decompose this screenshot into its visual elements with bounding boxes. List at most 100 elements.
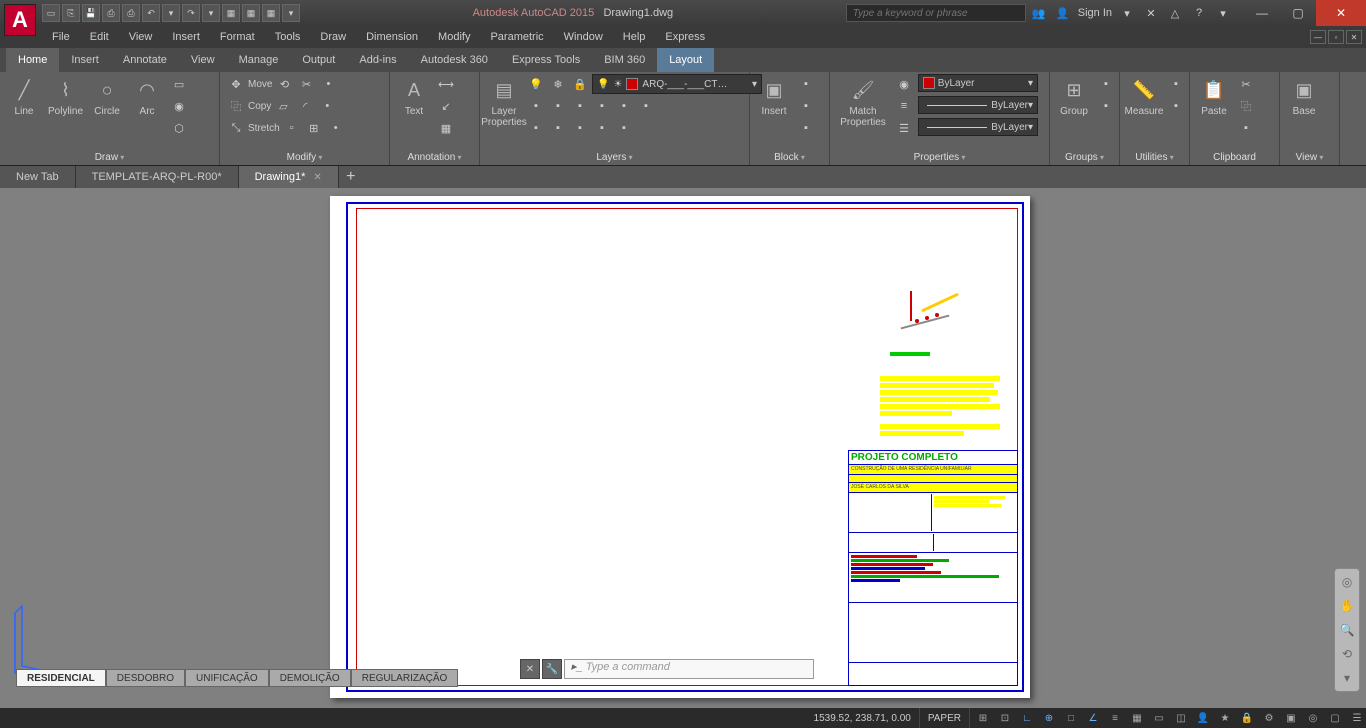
ribbon-tab-insert[interactable]: Insert: [59, 48, 111, 72]
move-icon[interactable]: ✥: [226, 74, 246, 94]
layer-r2b-icon[interactable]: ▪: [548, 96, 568, 116]
copy-clip-icon[interactable]: ⿻: [1236, 96, 1256, 116]
panel-utilities-label[interactable]: Utilities: [1126, 150, 1183, 165]
layer-r3a-icon[interactable]: ▪: [526, 118, 546, 138]
layer-r2f-icon[interactable]: ▪: [636, 96, 656, 116]
util-e2-icon[interactable]: ▪: [1166, 96, 1186, 116]
file-tab[interactable]: TEMPLATE-ARQ-PL-R00*: [76, 166, 239, 188]
file-tab-add-icon[interactable]: +: [339, 166, 363, 188]
ribbon-tab-view[interactable]: View: [179, 48, 227, 72]
line-button[interactable]: ╱Line: [6, 74, 42, 119]
help-icon[interactable]: ?: [1190, 4, 1208, 22]
base-button[interactable]: ▣Base: [1286, 74, 1322, 119]
mirror-icon[interactable]: ▱: [273, 96, 293, 116]
space-toggle[interactable]: PAPER: [920, 708, 970, 728]
layout-tab-unificação[interactable]: UNIFICAÇÃO: [185, 669, 269, 687]
workspace-icon[interactable]: ⚙: [1260, 710, 1278, 726]
nav-wheel-icon[interactable]: ◎: [1338, 573, 1356, 591]
menu-draw[interactable]: Draw: [310, 31, 356, 43]
block-edit-icon[interactable]: ▪: [796, 96, 816, 116]
ribbon-tab-annotate[interactable]: Annotate: [111, 48, 179, 72]
ortho-toggle-icon[interactable]: ∟: [1018, 710, 1036, 726]
help-dd-icon[interactable]: ▾: [1214, 4, 1232, 22]
ribbon-tab-express-tools[interactable]: Express Tools: [500, 48, 592, 72]
layout-tab-residencial[interactable]: RESIDENCIAL: [16, 669, 106, 687]
menu-help[interactable]: Help: [613, 31, 656, 43]
arc-button[interactable]: ◠Arc: [129, 74, 165, 119]
qat-extra1-icon[interactable]: ▦: [222, 4, 240, 22]
qat-plot-icon[interactable]: ⎙: [122, 4, 140, 22]
hardware-icon[interactable]: ▣: [1282, 710, 1300, 726]
prop-list-icon[interactable]: ☰: [894, 118, 914, 138]
nav-zoom-icon[interactable]: 🔍: [1338, 621, 1356, 639]
table-icon[interactable]: ▦: [436, 118, 456, 138]
file-tab[interactable]: New Tab: [0, 166, 76, 188]
ribbon-tab-bim-360[interactable]: BIM 360: [592, 48, 657, 72]
trim-icon[interactable]: ✂: [296, 74, 316, 94]
panel-modify-label[interactable]: Modify: [226, 150, 383, 165]
prop-lw-icon[interactable]: ≡: [894, 96, 914, 116]
layer-r2d-icon[interactable]: ▪: [592, 96, 612, 116]
infocenter-icon[interactable]: 👥: [1030, 4, 1048, 22]
customize-icon[interactable]: ☰: [1348, 710, 1366, 726]
minimize-button[interactable]: —: [1244, 0, 1280, 26]
ribbon-tab-manage[interactable]: Manage: [227, 48, 291, 72]
stretch-icon[interactable]: ⤡: [226, 118, 246, 138]
qat-extra2-icon[interactable]: ▦: [242, 4, 260, 22]
layer-properties-button[interactable]: ▤Layer Properties: [486, 74, 522, 130]
command-input[interactable]: ▸_ Type a command: [564, 659, 814, 679]
copy-icon[interactable]: ⿻: [226, 96, 246, 116]
circle-button[interactable]: ○Circle: [89, 74, 125, 119]
app-logo[interactable]: A: [4, 4, 36, 36]
isolate-icon[interactable]: ◎: [1304, 710, 1322, 726]
ribbon-tab-home[interactable]: Home: [6, 48, 59, 72]
qat-new-icon[interactable]: ▭: [42, 4, 60, 22]
draw-extra2-icon[interactable]: ◉: [169, 96, 189, 116]
menu-modify[interactable]: Modify: [428, 31, 480, 43]
dim-linear-icon[interactable]: ⟷: [436, 74, 456, 94]
qat-redo-dd-icon[interactable]: ▾: [202, 4, 220, 22]
layer-freeze-icon[interactable]: ❄: [548, 74, 568, 94]
ribbon-tab-autodesk-360[interactable]: Autodesk 360: [409, 48, 500, 72]
ucs-icon[interactable]: [10, 598, 60, 678]
panel-properties-label[interactable]: Properties: [836, 150, 1043, 165]
panel-block-label[interactable]: Block: [756, 150, 823, 165]
insert-button[interactable]: ▣Insert: [756, 74, 792, 119]
measure-button[interactable]: 📏Measure: [1126, 74, 1162, 119]
move-label[interactable]: Move: [248, 79, 272, 90]
color-combo[interactable]: ByLayer▾: [918, 74, 1038, 92]
draw-extra3-icon[interactable]: ⬡: [169, 118, 189, 138]
menu-window[interactable]: Window: [554, 31, 613, 43]
panel-draw-label[interactable]: Draw: [6, 150, 213, 165]
qat-undo-dd-icon[interactable]: ▾: [162, 4, 180, 22]
help-search-input[interactable]: [846, 4, 1026, 22]
leader-icon[interactable]: ↙: [436, 96, 456, 116]
nav-orbit-icon[interactable]: ⟲: [1338, 645, 1356, 663]
lwt-toggle-icon[interactable]: ≡: [1106, 710, 1124, 726]
layer-r2c-icon[interactable]: ▪: [570, 96, 590, 116]
prop-color-icon[interactable]: ◉: [894, 74, 914, 94]
cut-icon[interactable]: ✂: [1236, 74, 1256, 94]
layer-r3c-icon[interactable]: ▪: [570, 118, 590, 138]
lineweight-combo[interactable]: ByLayer▾: [918, 118, 1038, 136]
group-button[interactable]: ⊞Group: [1056, 74, 1092, 119]
a360-icon[interactable]: △: [1166, 4, 1184, 22]
panel-layers-label[interactable]: Layers: [486, 150, 743, 165]
mdi-restore-icon[interactable]: ▫: [1328, 30, 1344, 44]
block-attr-icon[interactable]: ▪: [796, 118, 816, 138]
paste-button[interactable]: 📋Paste: [1196, 74, 1232, 119]
grid-toggle-icon[interactable]: ⊞: [974, 710, 992, 726]
fillet-icon[interactable]: ◜: [295, 96, 315, 116]
annoscale-icon[interactable]: 👤: [1194, 710, 1212, 726]
qat-more-icon[interactable]: ▾: [282, 4, 300, 22]
match-properties-button[interactable]: 🖌Match Properties: [836, 74, 890, 130]
file-tab-close-icon[interactable]: ✕: [313, 172, 321, 183]
cmd-config-icon[interactable]: 🔧: [542, 659, 562, 679]
scale-lock-icon[interactable]: 🔒: [1238, 710, 1256, 726]
scale-icon[interactable]: ▫: [282, 118, 302, 138]
otrack-toggle-icon[interactable]: ∠: [1084, 710, 1102, 726]
close-button[interactable]: ✕: [1316, 0, 1366, 26]
maximize-button[interactable]: ▢: [1280, 0, 1316, 26]
sc-toggle-icon[interactable]: ◫: [1172, 710, 1190, 726]
signin-label[interactable]: Sign In: [1078, 7, 1112, 19]
